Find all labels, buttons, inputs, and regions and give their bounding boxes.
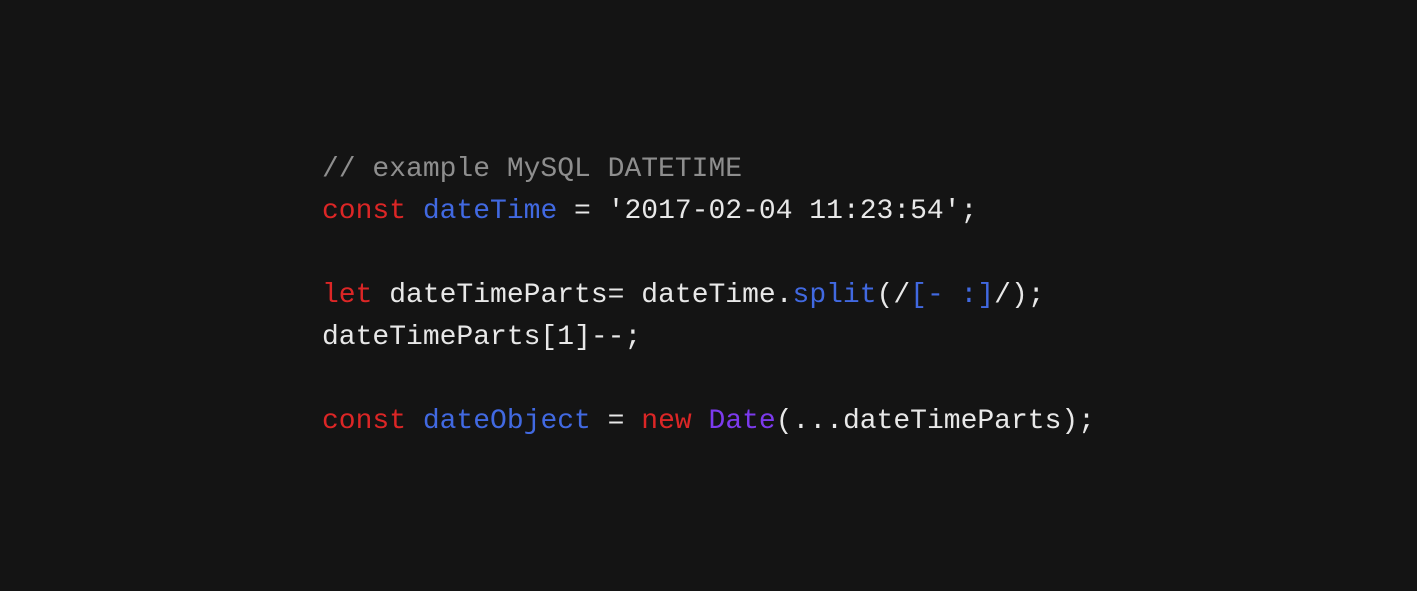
class-name: Date (709, 406, 776, 437)
code-line-2: const dateTime = '2017-02-04 11:23:54'; (322, 196, 977, 227)
paren-regex-open: (/ (877, 280, 911, 311)
code-snippet: // example MySQL DATETIME const dateTime… (322, 149, 1095, 443)
arguments: (...dateTimeParts); (776, 406, 1095, 437)
paren-regex-close: /); (994, 280, 1044, 311)
semicolon: ; (961, 196, 978, 227)
code-line-1: // example MySQL DATETIME (322, 154, 742, 185)
space (692, 406, 709, 437)
variable-name: dateTimeParts (372, 280, 607, 311)
const-keyword: const (322, 196, 406, 227)
code-line-7: const dateObject = new Date(...dateTimeP… (322, 406, 1095, 437)
number-literal: 1 (557, 322, 574, 353)
comment: // example MySQL DATETIME (322, 154, 742, 185)
array-access: dateTimeParts[ (322, 322, 557, 353)
method-name: split (793, 280, 877, 311)
equals-operator: = (608, 280, 642, 311)
regex-bracket: [- :] (910, 280, 994, 311)
code-line-4: let dateTimeParts= dateTime.split(/[- :]… (322, 280, 1045, 311)
code-line-5: dateTimeParts[1]--; (322, 322, 641, 353)
decrement: ]--; (574, 322, 641, 353)
object-reference: dateTime. (641, 280, 792, 311)
string-literal: '2017-02-04 11:23:54' (608, 196, 961, 227)
equals-operator: = (557, 196, 607, 227)
new-keyword: new (641, 406, 691, 437)
let-keyword: let (322, 280, 372, 311)
variable-name: dateTime (423, 196, 557, 227)
const-keyword: const (322, 406, 406, 437)
equals-operator: = (591, 406, 641, 437)
variable-name: dateObject (423, 406, 591, 437)
